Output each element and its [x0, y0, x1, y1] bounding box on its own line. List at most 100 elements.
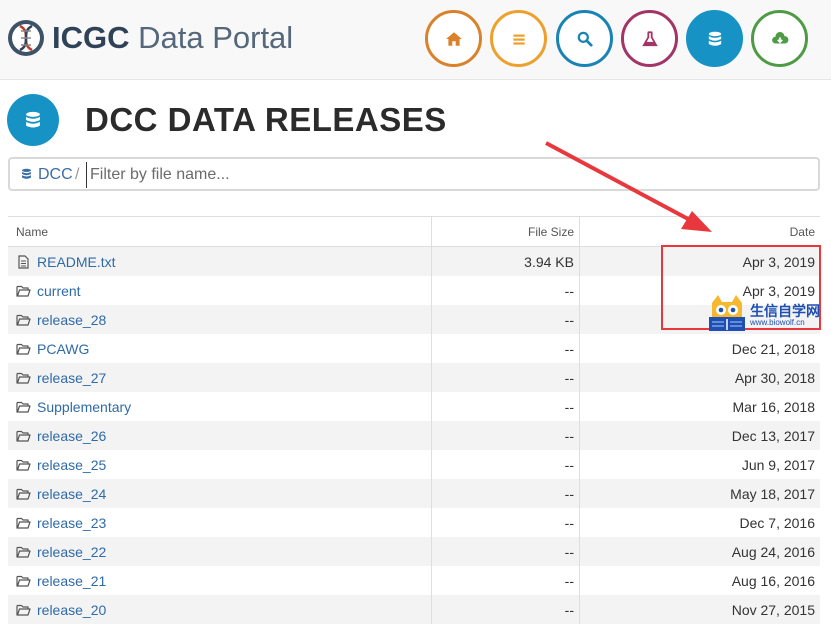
date-cell: May 18, 2017 [730, 485, 815, 502]
database-icon [708, 31, 721, 46]
date-cell: Aug 24, 2016 [731, 543, 815, 560]
folder-open-icon [16, 285, 31, 297]
folder-link[interactable]: release_25 [37, 457, 106, 473]
file-size-cell: 3.94 KB [432, 247, 580, 276]
folder-link[interactable]: release_23 [37, 515, 106, 531]
file-size-cell: -- [432, 392, 580, 421]
folder-link[interactable]: release_20 [37, 602, 106, 618]
file-link[interactable]: README.txt [37, 254, 116, 270]
table-header-row: Name File Size Date [8, 217, 820, 247]
breadcrumb-dcc[interactable]: DCC [38, 165, 73, 185]
column-header-date[interactable]: Date [580, 217, 820, 247]
flask-icon [641, 30, 658, 46]
folder-link[interactable]: release_28 [37, 312, 106, 328]
file-icon [18, 254, 29, 269]
folder-open-icon [16, 575, 31, 587]
database-icon [26, 111, 40, 128]
table-row[interactable]: release_23 -- Dec 7, 2016 [8, 508, 820, 537]
cloud-download-icon [771, 31, 788, 43]
filename-filter-input[interactable] [86, 162, 806, 188]
file-size-cell: -- [432, 479, 580, 508]
name-cell: release_22 [8, 537, 432, 566]
folder-link[interactable]: current [37, 283, 81, 299]
name-cell: README.txt [8, 247, 432, 276]
date-cell: Dec 7, 2016 [739, 514, 816, 531]
file-size-cell: -- [432, 276, 580, 305]
table-row[interactable]: release_27 -- Apr 30, 2018 [8, 363, 820, 392]
name-cell: PCAWG [8, 334, 432, 363]
folder-open-icon [16, 430, 31, 442]
file-size-cell: -- [432, 363, 580, 392]
watermark-url: www.biowolf.cn [750, 318, 805, 327]
name-cell: release_25 [8, 450, 432, 479]
folder-open-icon [16, 488, 31, 500]
name-cell: release_23 [8, 508, 432, 537]
nav-analysis-button[interactable] [621, 10, 678, 67]
table-row[interactable]: release_25 -- Jun 9, 2017 [8, 450, 820, 479]
folder-open-icon [16, 314, 31, 326]
name-cell: release_27 [8, 363, 432, 392]
file-size-cell: -- [432, 595, 580, 624]
folder-open-icon [16, 604, 31, 616]
folder-link[interactable]: release_26 [37, 428, 106, 444]
table-row[interactable]: release_26 -- Dec 13, 2017 [8, 421, 820, 450]
date-cell: Dec 21, 2018 [731, 340, 815, 357]
folder-open-icon [16, 546, 31, 558]
folder-open-icon [16, 372, 31, 384]
name-cell: release_26 [8, 421, 432, 450]
file-size-cell: -- [432, 421, 580, 450]
nav-home-button[interactable] [425, 10, 482, 67]
column-header-file-size[interactable]: File Size [432, 217, 580, 247]
table-row[interactable]: release_24 -- May 18, 2017 [8, 479, 820, 508]
date-cell: Mar 16, 2018 [732, 398, 816, 415]
date-cell: Jun 9, 2017 [741, 456, 815, 473]
name-cell: release_20 [8, 595, 432, 624]
column-header-name[interactable]: Name [8, 217, 432, 247]
table-row[interactable]: release_21 -- Aug 16, 2016 [8, 566, 820, 595]
search-icon [577, 31, 593, 47]
folder-link[interactable]: release_24 [37, 486, 106, 502]
list-icon [512, 34, 525, 45]
folder-link[interactable]: release_27 [37, 370, 106, 386]
database-icon [22, 168, 31, 179]
nav-download-button[interactable] [751, 10, 808, 67]
date-cell: Dec 13, 2017 [731, 427, 815, 444]
date-cell: Aug 16, 2016 [731, 572, 815, 589]
owl-mascot-icon [709, 295, 745, 331]
name-cell: release_24 [8, 479, 432, 508]
watermark-logo: 生信自学网 www.biowolf.cn [706, 293, 828, 333]
date-cell: Nov 27, 2015 [731, 601, 815, 618]
folder-open-icon [16, 343, 31, 355]
top-navbar: ICGC Data Portal [0, 0, 831, 80]
table-row[interactable]: PCAWG -- Dec 21, 2018 [8, 334, 820, 363]
folder-link[interactable]: release_22 [37, 544, 106, 560]
folder-link[interactable]: PCAWG [37, 341, 89, 357]
file-size-cell: -- [432, 508, 580, 537]
name-cell: Supplementary [8, 392, 432, 421]
nav-projects-button[interactable] [490, 10, 547, 67]
brand-bold: ICGC [52, 20, 130, 55]
table-row[interactable]: release_22 -- Aug 24, 2016 [8, 537, 820, 566]
file-size-cell: -- [432, 305, 580, 334]
folder-open-icon [16, 401, 31, 413]
folder-link[interactable]: Supplementary [37, 399, 131, 415]
table-row[interactable]: release_20 -- Nov 27, 2015 [8, 595, 820, 624]
table-row[interactable]: Supplementary -- Mar 16, 2018 [8, 392, 820, 421]
file-size-cell: -- [432, 450, 580, 479]
file-filter-bar: DCC / [8, 157, 820, 191]
name-cell: release_28 [8, 305, 432, 334]
folder-open-icon [16, 517, 31, 529]
file-size-cell: -- [432, 566, 580, 595]
folder-link[interactable]: release_21 [37, 573, 106, 589]
date-cell: Apr 30, 2018 [734, 369, 815, 386]
breadcrumb-separator: / [75, 166, 80, 183]
home-icon [445, 31, 462, 46]
icgc-logo-icon[interactable] [6, 18, 46, 58]
portal-brand[interactable]: ICGC Data Portal [52, 18, 293, 58]
nav-search-button[interactable] [556, 10, 613, 67]
name-cell: release_21 [8, 566, 432, 595]
page-title: DCC DATA RELEASES [85, 101, 447, 138]
brand-rest: Data Portal [129, 20, 294, 55]
nav-releases-button[interactable] [686, 10, 743, 67]
file-size-cell: -- [432, 334, 580, 363]
